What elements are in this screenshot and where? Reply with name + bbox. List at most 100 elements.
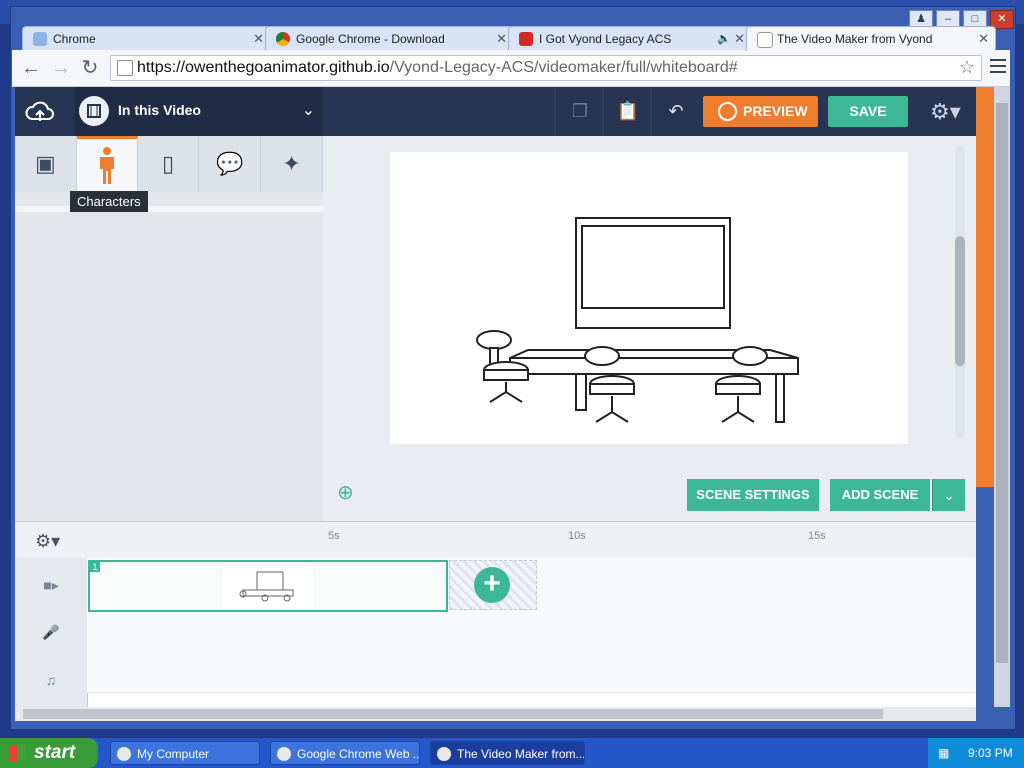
undo-icon[interactable]: ↶ (651, 87, 700, 136)
tab-chrome[interactable]: Chrome ✕ (22, 26, 271, 51)
document-icon (757, 32, 773, 48)
tab-effects[interactable]: ✦ (261, 136, 323, 192)
scrollbar-thumb[interactable] (955, 236, 965, 366)
page-vertical-scrollbar[interactable] (994, 87, 1010, 707)
tab-title: I Got Vyond Legacy ACS (539, 32, 672, 46)
close-tab-icon[interactable]: ✕ (978, 27, 989, 51)
scene-clip[interactable]: 1 (88, 560, 448, 612)
close-tab-icon[interactable]: ✕ (734, 27, 745, 51)
image-icon: ▣ (35, 151, 56, 176)
timeline-ruler: ⚙▾ 5s 10s 15s (15, 522, 976, 559)
start-label: start (34, 742, 76, 763)
preview-label: PREVIEW (743, 103, 808, 119)
side-accent-strip (976, 87, 994, 487)
bookmark-star-icon[interactable]: ☆ (959, 57, 975, 78)
dropdown-label: In this Video (118, 102, 201, 118)
network-icon[interactable]: ▦ (938, 738, 949, 768)
copy-icon[interactable]: ❐ (555, 87, 604, 136)
forward-arrow-icon[interactable]: → (50, 57, 72, 79)
play-icon (718, 102, 737, 121)
settings-gear-icon[interactable]: ⚙▾ (930, 99, 961, 125)
plus-icon[interactable]: + (474, 567, 510, 603)
close-tab-icon[interactable]: ✕ (496, 27, 507, 51)
reload-icon[interactable]: ↻ (79, 57, 101, 79)
scene-thumbnail (223, 566, 313, 608)
add-scene-button[interactable]: ADD SCENE (830, 479, 930, 511)
magic-wand-icon: ✦ (282, 151, 301, 176)
classroom-illustration[interactable] (390, 152, 908, 444)
microphone-icon: 🎤 (15, 612, 88, 652)
character-icon (99, 146, 114, 184)
chrome-logo-icon (277, 747, 291, 761)
task-label: My Computer (137, 747, 210, 761)
cloud-upload-icon[interactable] (25, 97, 55, 127)
speaker-icon[interactable]: 🔈 (717, 27, 731, 51)
close-tab-icon[interactable]: ✕ (253, 27, 264, 51)
preview-button[interactable]: PREVIEW (703, 96, 818, 127)
address-bar[interactable]: https://owenthegoanimator.github.io/Vyon… (110, 55, 982, 81)
add-scene-slot[interactable]: + (449, 560, 537, 610)
tab-title: The Video Maker from Vyond (777, 32, 933, 46)
start-button[interactable]: start (0, 738, 98, 768)
system-tray: ▦ 9:03 PM (928, 738, 1024, 768)
ruler-tick-label: 10s (568, 530, 586, 542)
tab-text[interactable]: 💬 (199, 136, 262, 192)
tab-characters[interactable] (76, 136, 138, 192)
add-scene-dropdown-chevron-icon[interactable]: ⌄ (932, 479, 965, 511)
browser-toolbar: ← → ↻ https://owenthegoanimator.github.i… (12, 50, 1010, 87)
tab-strip: Chrome ✕ Google Chrome - Download ✕ I Go… (22, 26, 996, 51)
asset-category-tabs: ▣ ▯ 💬 ✦ (15, 136, 323, 192)
scene-number: 1 (90, 562, 100, 572)
taskbar-item-video-maker[interactable]: The Video Maker from... (430, 741, 585, 765)
page-horizontal-scrollbar[interactable] (15, 707, 976, 721)
chrome-logo-icon (276, 32, 290, 46)
clock: 9:03 PM (968, 746, 1013, 760)
music-track (87, 672, 976, 693)
windows-logo-icon (9, 745, 25, 761)
scene-settings-button[interactable]: SCENE SETTINGS (687, 479, 819, 511)
tab-videomaker[interactable]: The Video Maker from Vyond ✕ (746, 26, 996, 51)
tab-chrome-download[interactable]: Google Chrome - Download ✕ (265, 26, 514, 51)
music-track (87, 652, 976, 673)
tab-youtube[interactable]: I Got Vyond Legacy ACS 🔈 ✕ (508, 26, 752, 51)
zoom-in-icon[interactable]: ⊕ (337, 480, 359, 504)
in-this-video-dropdown[interactable]: In this Video ⌄ (75, 87, 323, 136)
tab-props[interactable]: ▯ (137, 136, 200, 192)
voice-track (87, 612, 976, 633)
stage-scrollbar[interactable] (955, 146, 965, 438)
page-icon (33, 32, 47, 46)
taskbar: start My Computer Google Chrome Web ... … (0, 738, 1024, 768)
back-arrow-icon[interactable]: ← (20, 57, 42, 79)
page-info-icon[interactable] (117, 60, 133, 76)
music-note-icon: ♫ (15, 652, 88, 707)
film-icon (79, 96, 109, 126)
scene-canvas[interactable] (390, 152, 908, 444)
youtube-icon (519, 32, 533, 46)
save-button[interactable]: SAVE (828, 96, 908, 127)
video-maker-app: In this Video ⌄ ❐ 📋 ↶ PREVIEW SAVE ⚙▾ ▣ … (15, 87, 976, 707)
voice-track (87, 632, 976, 653)
ruler-tick-label: 15s (808, 530, 826, 542)
chrome-logo-icon (437, 747, 451, 761)
chevron-down-icon: ⌄ (301, 102, 315, 119)
taskbar-item-chrome-web[interactable]: Google Chrome Web ... (270, 741, 420, 765)
tab-title: Chrome (53, 32, 96, 46)
phone-icon: ▯ (161, 151, 175, 176)
video-camera-icon: ■▸ (15, 558, 88, 612)
task-label: The Video Maker from... (457, 747, 585, 761)
url-host: https://owenthegoanimator.github.io (137, 59, 390, 76)
tooltip: Characters (70, 191, 148, 212)
timeline-settings-gear-icon[interactable]: ⚙▾ (35, 531, 60, 552)
url-path: /Vyond-Legacy-ACS/videomaker/full/whiteb… (389, 59, 738, 76)
menu-icon[interactable] (990, 59, 1006, 77)
scrollbar-thumb[interactable] (23, 709, 883, 719)
scrollbar-thumb[interactable] (996, 103, 1008, 663)
task-label: Google Chrome Web ... (297, 747, 420, 761)
url-text: https://owenthegoanimator.github.io/Vyon… (137, 59, 738, 77)
computer-icon (117, 747, 131, 761)
tab-backgrounds[interactable]: ▣ (15, 136, 77, 192)
tab-title: Google Chrome - Download (296, 32, 445, 46)
paste-icon[interactable]: 📋 (603, 87, 652, 136)
timeline-tracks: ■▸ 🎤 ♫ 1 + (15, 558, 976, 707)
taskbar-item-my-computer[interactable]: My Computer (110, 741, 260, 765)
